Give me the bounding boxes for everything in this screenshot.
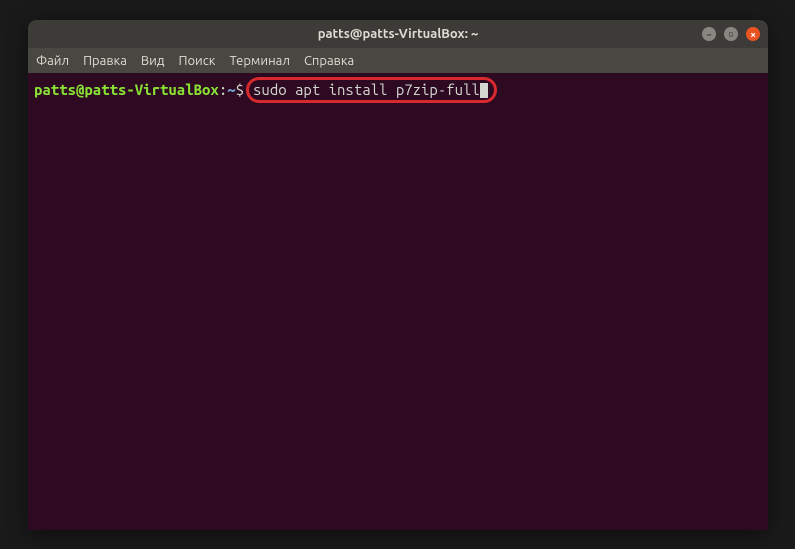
window-controls: – ▫ × — [702, 27, 760, 41]
prompt-user-host: patts@patts-VirtualBox — [34, 81, 219, 99]
terminal-window: patts@patts-VirtualBox: ~ – ▫ × Файл Пра… — [28, 20, 768, 530]
prompt-path: ~ — [227, 81, 235, 99]
window-title: patts@patts-VirtualBox: ~ — [318, 27, 479, 41]
maximize-button[interactable]: ▫ — [724, 27, 738, 41]
prompt-line: patts@patts-VirtualBox:~$ sudo apt insta… — [34, 77, 762, 103]
titlebar[interactable]: patts@patts-VirtualBox: ~ – ▫ × — [28, 20, 768, 48]
menubar: Файл Правка Вид Поиск Терминал Справка — [28, 48, 768, 73]
menu-help[interactable]: Справка — [304, 54, 354, 68]
command-highlight: sudo apt install p7zip-full — [246, 77, 497, 103]
menu-edit[interactable]: Правка — [83, 54, 127, 68]
command-text: sudo apt install p7zip-full — [253, 81, 480, 99]
menu-terminal[interactable]: Терминал — [229, 54, 289, 68]
terminal-body[interactable]: patts@patts-VirtualBox:~$ sudo apt insta… — [28, 73, 768, 107]
cursor-icon — [480, 83, 488, 98]
minimize-button[interactable]: – — [702, 27, 716, 41]
prompt-colon: : — [219, 81, 227, 99]
menu-search[interactable]: Поиск — [178, 54, 215, 68]
menu-file[interactable]: Файл — [36, 54, 69, 68]
prompt-symbol: $ — [236, 81, 244, 99]
close-button[interactable]: × — [746, 27, 760, 41]
menu-view[interactable]: Вид — [141, 54, 165, 68]
